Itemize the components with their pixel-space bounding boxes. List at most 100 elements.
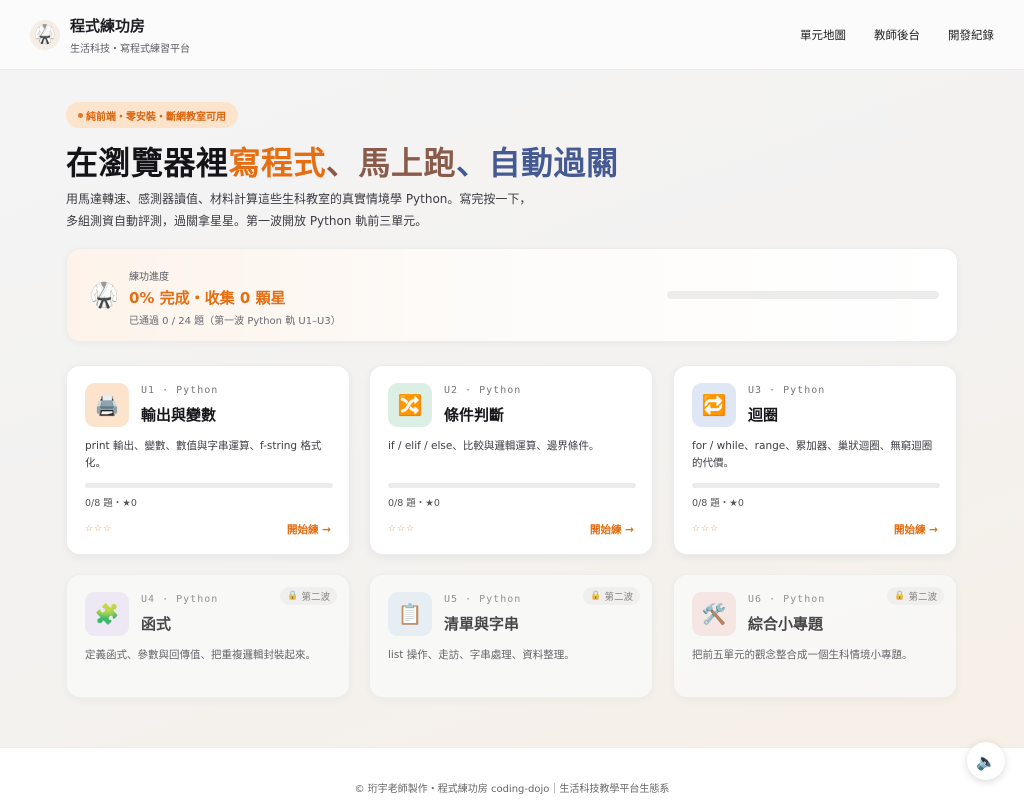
- unit-description: 定義函式、參數與回傳值、把重複邏輯封裝起來。: [85, 649, 316, 661]
- speaker-button[interactable]: 🔈: [967, 742, 1005, 780]
- unit-sep: ·: [162, 594, 170, 605]
- hero-title-part1: 寫程式: [228, 144, 327, 182]
- unit-code: U4: [141, 594, 156, 605]
- unit-count: 0/8 題・★0: [388, 498, 440, 509]
- progress-summary: 0% 完成・收集 0 顆星: [129, 289, 286, 307]
- footer-text: © 珩宇老師製作・程式練功房 coding-dojo｜生活科技教學平台生態系: [354, 784, 670, 795]
- footer: © 珩宇老師製作・程式練功房 coding-dojo｜生活科技教學平台生態系: [0, 747, 1024, 800]
- unit-title: 函式: [141, 615, 172, 633]
- start-practice-link[interactable]: 開始練 →: [590, 522, 634, 537]
- star-rating: ☆☆☆: [692, 524, 720, 534]
- unit-track: Python: [176, 385, 219, 396]
- unit-card-u3[interactable]: 🔁 U3 · Python 迴圈 for / while、range、累加器、巢狀迴圈…: [673, 365, 957, 555]
- unit-meta: U4 · Python: [141, 594, 218, 605]
- nav-unit-map[interactable]: 單元地圖: [800, 27, 846, 43]
- hero-title-sep2: 、: [456, 144, 489, 182]
- hero-description: 用馬達轉速、感測器讀值、材料計算這些生科教室的真實情境學 Python。寫完按一…: [66, 188, 626, 232]
- lock-icon: 🔒: [894, 591, 906, 601]
- locked-badge: 🔒 第二波: [887, 587, 944, 605]
- lock-icon: 🔒: [287, 591, 299, 601]
- hero-desc-line2: 多組測資自動評測，過關拿星星。第一波開放 Python 軌前三單元。: [66, 214, 428, 228]
- unit-track: Python: [176, 594, 219, 605]
- unit-progress-bar: [85, 483, 333, 488]
- brand-subtitle: 生活科技・寫程式練習平台: [70, 43, 190, 55]
- progress-detail: 已通過 0 / 24 題（第一波 Python 軌 U1–U3）: [129, 316, 341, 327]
- unit-description: if / elif / else、比較與邏輯運算、邊界條件。: [388, 440, 600, 452]
- hero-title-part2: 馬上跑: [358, 144, 457, 182]
- unit-track: Python: [479, 594, 522, 605]
- locked-badge: 🔒 第二波: [583, 587, 640, 605]
- top-navbar: 🥋 程式練功房 生活科技・寫程式練習平台 單元地圖 教師後台 開發紀錄: [0, 0, 1024, 70]
- karate-gi-icon: 🥋: [89, 281, 119, 309]
- unit-description: print 輸出、變數、數值與字串運算、f-string 格式化。: [85, 440, 322, 469]
- printer-icon: 🖨️: [85, 383, 129, 427]
- shuffle-icon: 🔀: [388, 383, 432, 427]
- unit-track: Python: [783, 594, 826, 605]
- unit-card-u5[interactable]: 📋 U5 · Python 清單與字串 list 操作、走訪、字串處理、資料整理。 🔒 第…: [369, 574, 653, 698]
- unit-description: for / while、range、累加器、巢狀迴圈、無窮迴圈的代價。: [692, 440, 933, 469]
- unit-sep: ·: [769, 385, 777, 396]
- unit-count: 0/8 題・★0: [85, 498, 137, 509]
- karate-gi-icon: 🥋: [30, 19, 60, 50]
- progress-bar: [667, 291, 939, 299]
- star-rating: ☆☆☆: [388, 524, 416, 534]
- unit-title: 條件判斷: [444, 406, 505, 424]
- feature-badge-label: 純前端・零安裝・斷網教室可用: [86, 111, 226, 123]
- unit-sep: ·: [465, 594, 473, 605]
- locked-badge-label: 第二波: [604, 592, 633, 603]
- start-practice-link[interactable]: 開始練 →: [287, 522, 331, 537]
- unit-meta: U3 · Python: [748, 385, 825, 396]
- locked-badge-label: 第二波: [908, 592, 937, 603]
- unit-title: 迴圈: [748, 406, 779, 424]
- unit-card-u4[interactable]: 🧩 U4 · Python 函式定義函式、參數與回傳值、把重複邏輯封裝起來。 🔒 第二波: [66, 574, 350, 698]
- unit-meta: U6 · Python: [748, 594, 825, 605]
- unit-description: 把前五單元的觀念整合成一個生科情境小專題。: [692, 649, 913, 661]
- unit-card-u1[interactable]: 🖨️ U1 · Python 輸出與變數 print 輸出、變數、數值與字串運算、f-…: [66, 365, 350, 555]
- star-rating: ☆☆☆: [85, 524, 113, 534]
- dot-icon: [78, 112, 83, 118]
- unit-sep: ·: [162, 385, 170, 396]
- unit-code: U3: [748, 385, 763, 396]
- unit-code: U5: [444, 594, 459, 605]
- unit-meta: U2 · Python: [444, 385, 521, 396]
- brand-title: 程式練功房: [70, 16, 146, 35]
- puzzle-icon: 🧩: [85, 592, 129, 636]
- unit-title: 綜合小專題: [748, 615, 824, 633]
- unit-sep: ·: [769, 594, 777, 605]
- unit-title: 輸出與變數: [141, 406, 217, 424]
- unit-meta: U5 · Python: [444, 594, 521, 605]
- unit-track: Python: [479, 385, 522, 396]
- unit-title: 清單與字串: [444, 615, 520, 633]
- unit-card-u2[interactable]: 🔀 U2 · Python 條件判斷 if / elif / else、比較與邏輯運算…: [369, 365, 653, 555]
- lock-icon: 🔒: [590, 591, 602, 601]
- hero-title-main: 在瀏覽器裡: [66, 144, 229, 182]
- locked-badge-label: 第二波: [301, 592, 330, 603]
- hero-title: 在瀏覽器裡寫程式、馬上跑、自動過關: [66, 138, 619, 184]
- repeat-icon: 🔁: [692, 383, 736, 427]
- unit-meta: U1 · Python: [141, 385, 218, 396]
- feature-badge: 純前端・零安裝・斷網教室可用: [66, 102, 238, 128]
- unit-card-u6[interactable]: 🛠️ U6 · Python 綜合小專題把前五單元的觀念整合成一個生科情境小專題。 🔒…: [673, 574, 957, 698]
- progress-label: 練功進度: [129, 272, 169, 283]
- tools-icon: 🛠️: [692, 592, 736, 636]
- clipboard-icon: 📋: [388, 592, 432, 636]
- unit-progress-bar: [388, 483, 636, 488]
- nav-teacher-admin[interactable]: 教師後台: [874, 27, 920, 43]
- brand[interactable]: 🥋 程式練功房 生活科技・寫程式練習平台: [30, 15, 190, 55]
- unit-code: U6: [748, 594, 763, 605]
- main-nav: 單元地圖 教師後台 開發紀錄: [800, 27, 994, 43]
- progress-card: 🥋 練功進度 0% 完成・收集 0 顆星 已通過 0 / 24 題（第一波 Py…: [66, 248, 958, 342]
- unit-count: 0/8 題・★0: [692, 498, 744, 509]
- speaker-icon: 🔈: [976, 751, 996, 771]
- unit-code: U1: [141, 385, 156, 396]
- unit-progress-bar: [692, 483, 940, 488]
- hero-title-sep1: 、: [326, 144, 359, 182]
- unit-description: list 操作、走訪、字串處理、資料整理。: [388, 649, 575, 661]
- hero-desc-line1: 用馬達轉速、感測器讀值、材料計算這些生科教室的真實情境學 Python。寫完按一…: [66, 192, 532, 206]
- hero-title-part3: 自動過關: [488, 144, 619, 182]
- start-practice-link[interactable]: 開始練 →: [894, 522, 938, 537]
- unit-sep: ·: [465, 385, 473, 396]
- unit-track: Python: [783, 385, 826, 396]
- locked-badge: 🔒 第二波: [280, 587, 337, 605]
- nav-dev-log[interactable]: 開發紀錄: [948, 27, 994, 43]
